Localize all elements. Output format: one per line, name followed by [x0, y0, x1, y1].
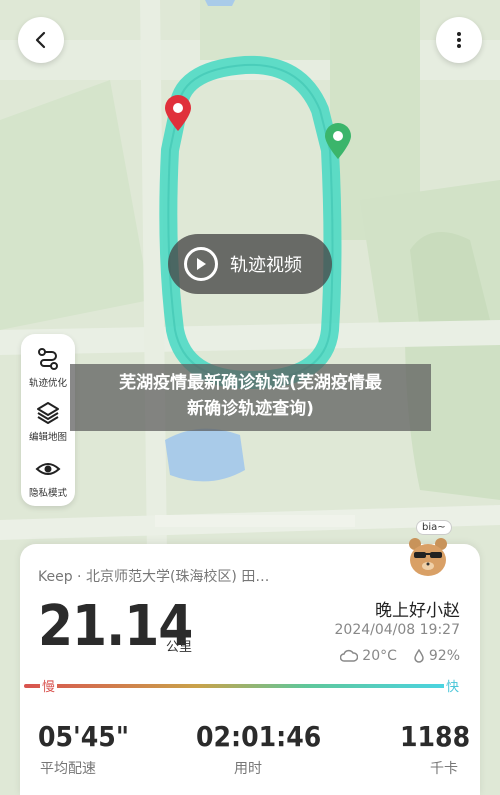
calories-label: 千卡 — [430, 761, 458, 777]
more-button[interactable] — [436, 17, 482, 63]
source-text: Keep · 北京师范大学(珠海校区) 田… — [38, 569, 270, 585]
play-icon — [184, 247, 218, 281]
run-datetime: 2024/04/08 19:27 — [334, 622, 461, 638]
distance-unit: 公里 — [166, 640, 193, 655]
tool-label: 编辑地图 — [28, 432, 67, 443]
route-icon — [38, 348, 58, 370]
bear-sticker: bia~ — [378, 520, 462, 584]
start-marker-icon — [325, 123, 351, 159]
calories-value: 1188 — [400, 720, 471, 753]
humidity: 92% — [428, 648, 460, 664]
weather-info: 20°C 92% — [340, 648, 460, 664]
map-tools-panel: 轨迹优化 编辑地图 隐私模式 — [21, 334, 75, 506]
back-button[interactable] — [18, 17, 64, 63]
run-name: 晚上好小赵 — [375, 601, 460, 621]
layers-icon — [37, 402, 59, 424]
track-video-button[interactable]: 轨迹视频 — [168, 234, 332, 294]
bear-icon — [409, 538, 447, 576]
duration-value: 02:01:46 — [196, 720, 322, 753]
pace-fast-label: 快 — [444, 676, 462, 695]
tool-privacy-mode[interactable]: 隐私模式 — [21, 456, 75, 499]
chevron-left-icon — [35, 31, 46, 49]
overlay-line-1: 芜湖疫情最新确诊轨迹(芜湖疫情最 — [119, 373, 382, 393]
duration-label: 用时 — [234, 761, 262, 777]
sticker-text: bia~ — [416, 520, 452, 535]
temperature: 20°C — [362, 648, 397, 664]
eye-icon — [35, 463, 61, 475]
tool-edit-map[interactable]: 编辑地图 — [21, 400, 75, 443]
tool-label: 隐私模式 — [28, 488, 67, 499]
avg-pace-label: 平均配速 — [40, 761, 96, 777]
cloud-icon — [340, 649, 359, 662]
end-marker-icon — [165, 95, 191, 131]
overlay-line-2: 新确诊轨迹查询) — [187, 399, 314, 419]
avg-pace-value: 05'45" — [38, 720, 129, 753]
pace-gradient-bar — [24, 684, 458, 688]
more-vertical-icon — [457, 32, 461, 48]
tool-label: 轨迹优化 — [28, 378, 67, 389]
track-video-label: 轨迹视频 — [230, 255, 302, 276]
humidity-icon — [414, 649, 424, 663]
title-overlay: 芜湖疫情最新确诊轨迹(芜湖疫情最 新确诊轨迹查询) — [70, 364, 431, 431]
tool-route-optimize[interactable]: 轨迹优化 — [21, 346, 75, 389]
pace-slow-label: 慢 — [40, 676, 58, 695]
